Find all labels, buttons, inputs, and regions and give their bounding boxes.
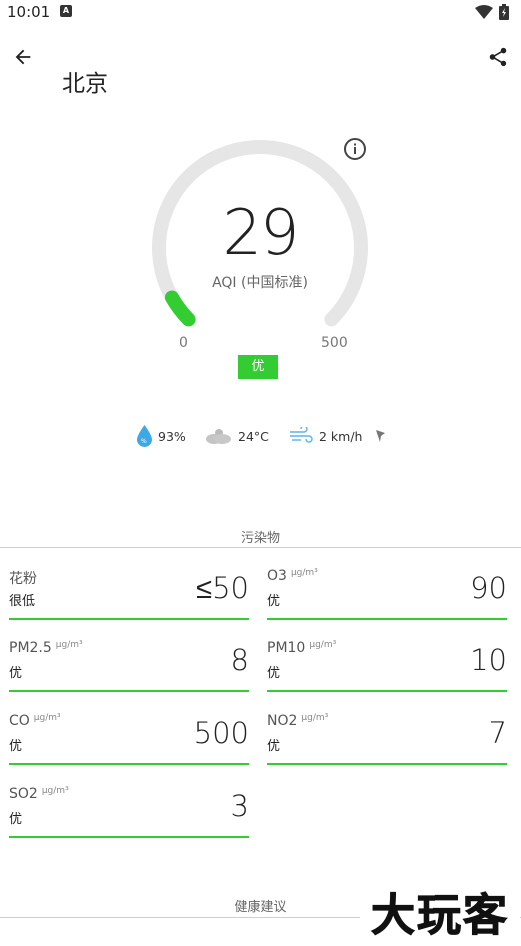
weather-row: % 93% 24°C 2 km/h <box>0 423 521 449</box>
gauge-fill <box>164 290 196 327</box>
share-button[interactable] <box>485 44 511 70</box>
battery-icon <box>499 4 509 20</box>
pollutants-divider <box>0 547 521 548</box>
pollutant-name: O3 μg/m³ <box>267 568 318 584</box>
temperature-value: 24°C <box>238 428 269 444</box>
pollutant-card-so2[interactable]: SO2 μg/m³ 优 3 <box>9 786 249 838</box>
aqi-label: AQI (中国标准) <box>212 275 308 291</box>
info-button[interactable] <box>343 137 367 161</box>
wind-direction-icon <box>376 430 386 442</box>
status-bar: 10:01 A <box>0 0 521 24</box>
cloudy-icon <box>206 429 231 444</box>
pollutant-unit: μg/m³ <box>33 713 61 723</box>
pollutant-value: 3 <box>230 789 249 823</box>
aqi-value: 29 <box>222 196 300 269</box>
wind-item: 2 km/h <box>289 423 386 449</box>
status-icons <box>475 4 509 20</box>
pollutants-section-title: 污染物 <box>240 531 280 546</box>
pollutant-value: 8 <box>230 643 249 677</box>
pollutant-level: 很低 <box>9 594 36 609</box>
pollutant-card-pm25[interactable]: PM2.5 μg/m³ 优 8 <box>9 640 249 692</box>
wifi-icon <box>475 5 493 19</box>
pollutant-unit: μg/m³ <box>41 786 69 796</box>
humidity-item: % 93% <box>137 423 186 449</box>
humidity-value: 93% <box>158 428 186 444</box>
humidity-drop-icon: % <box>137 425 152 447</box>
pollutant-value: 7 <box>488 716 507 750</box>
pollutant-level: 优 <box>9 812 23 827</box>
aqi-level-badge: 优 <box>238 355 278 379</box>
temperature-item: 24°C <box>204 423 269 449</box>
pollutant-card-o3[interactable]: O3 μg/m³ 优 90 <box>267 568 507 620</box>
pollutant-level: 优 <box>267 594 281 609</box>
watermark-logo: 大玩客 <box>360 886 520 942</box>
pollutant-name: NO2 μg/m³ <box>267 713 329 729</box>
info-icon <box>344 138 366 160</box>
pollutant-level: 优 <box>9 666 23 681</box>
pollutant-level: 优 <box>267 739 281 754</box>
pollutant-value: 90 <box>470 571 507 605</box>
pollutant-name: PM2.5 μg/m³ <box>9 640 83 656</box>
share-icon <box>489 47 507 67</box>
pollutant-name: 花粉 <box>9 571 37 587</box>
pollutant-unit: μg/m³ <box>301 713 329 723</box>
back-button[interactable] <box>10 44 36 70</box>
svg-text:大玩客: 大玩客 <box>371 890 509 941</box>
pollutant-card-pollen[interactable]: 花粉 很低 ≤50 <box>9 568 249 620</box>
status-time: 10:01 <box>7 3 51 21</box>
pollutant-value: 10 <box>470 643 507 677</box>
pollutant-unit: μg/m³ <box>55 640 83 650</box>
arrow-back-icon <box>15 49 31 65</box>
city-title: 北京 <box>62 71 108 97</box>
pollutant-unit: μg/m³ <box>290 568 318 578</box>
wind-icon <box>290 427 313 443</box>
scale-min: 0 <box>179 335 188 351</box>
pollutant-card-pm10[interactable]: PM10 μg/m³ 优 10 <box>267 640 507 692</box>
wind-value: 2 km/h <box>319 428 363 444</box>
pollutant-card-no2[interactable]: NO2 μg/m³ 优 7 <box>267 713 507 765</box>
pollutant-level: 优 <box>267 666 281 681</box>
pollutant-name: SO2 μg/m³ <box>9 786 69 802</box>
pollutant-card-co[interactable]: CO μg/m³ 优 500 <box>9 713 249 765</box>
scale-max: 500 <box>321 335 348 351</box>
pollutant-value: 500 <box>193 716 249 750</box>
pollutant-name: CO μg/m³ <box>9 713 61 729</box>
pollutant-unit: μg/m³ <box>309 640 337 650</box>
pollutant-name: PM10 μg/m³ <box>267 640 337 656</box>
a-notification-icon: A <box>60 5 72 17</box>
pollutant-value: ≤50 <box>196 571 249 605</box>
svg-text:%: % <box>141 438 147 445</box>
pollutant-level: 优 <box>9 739 23 754</box>
